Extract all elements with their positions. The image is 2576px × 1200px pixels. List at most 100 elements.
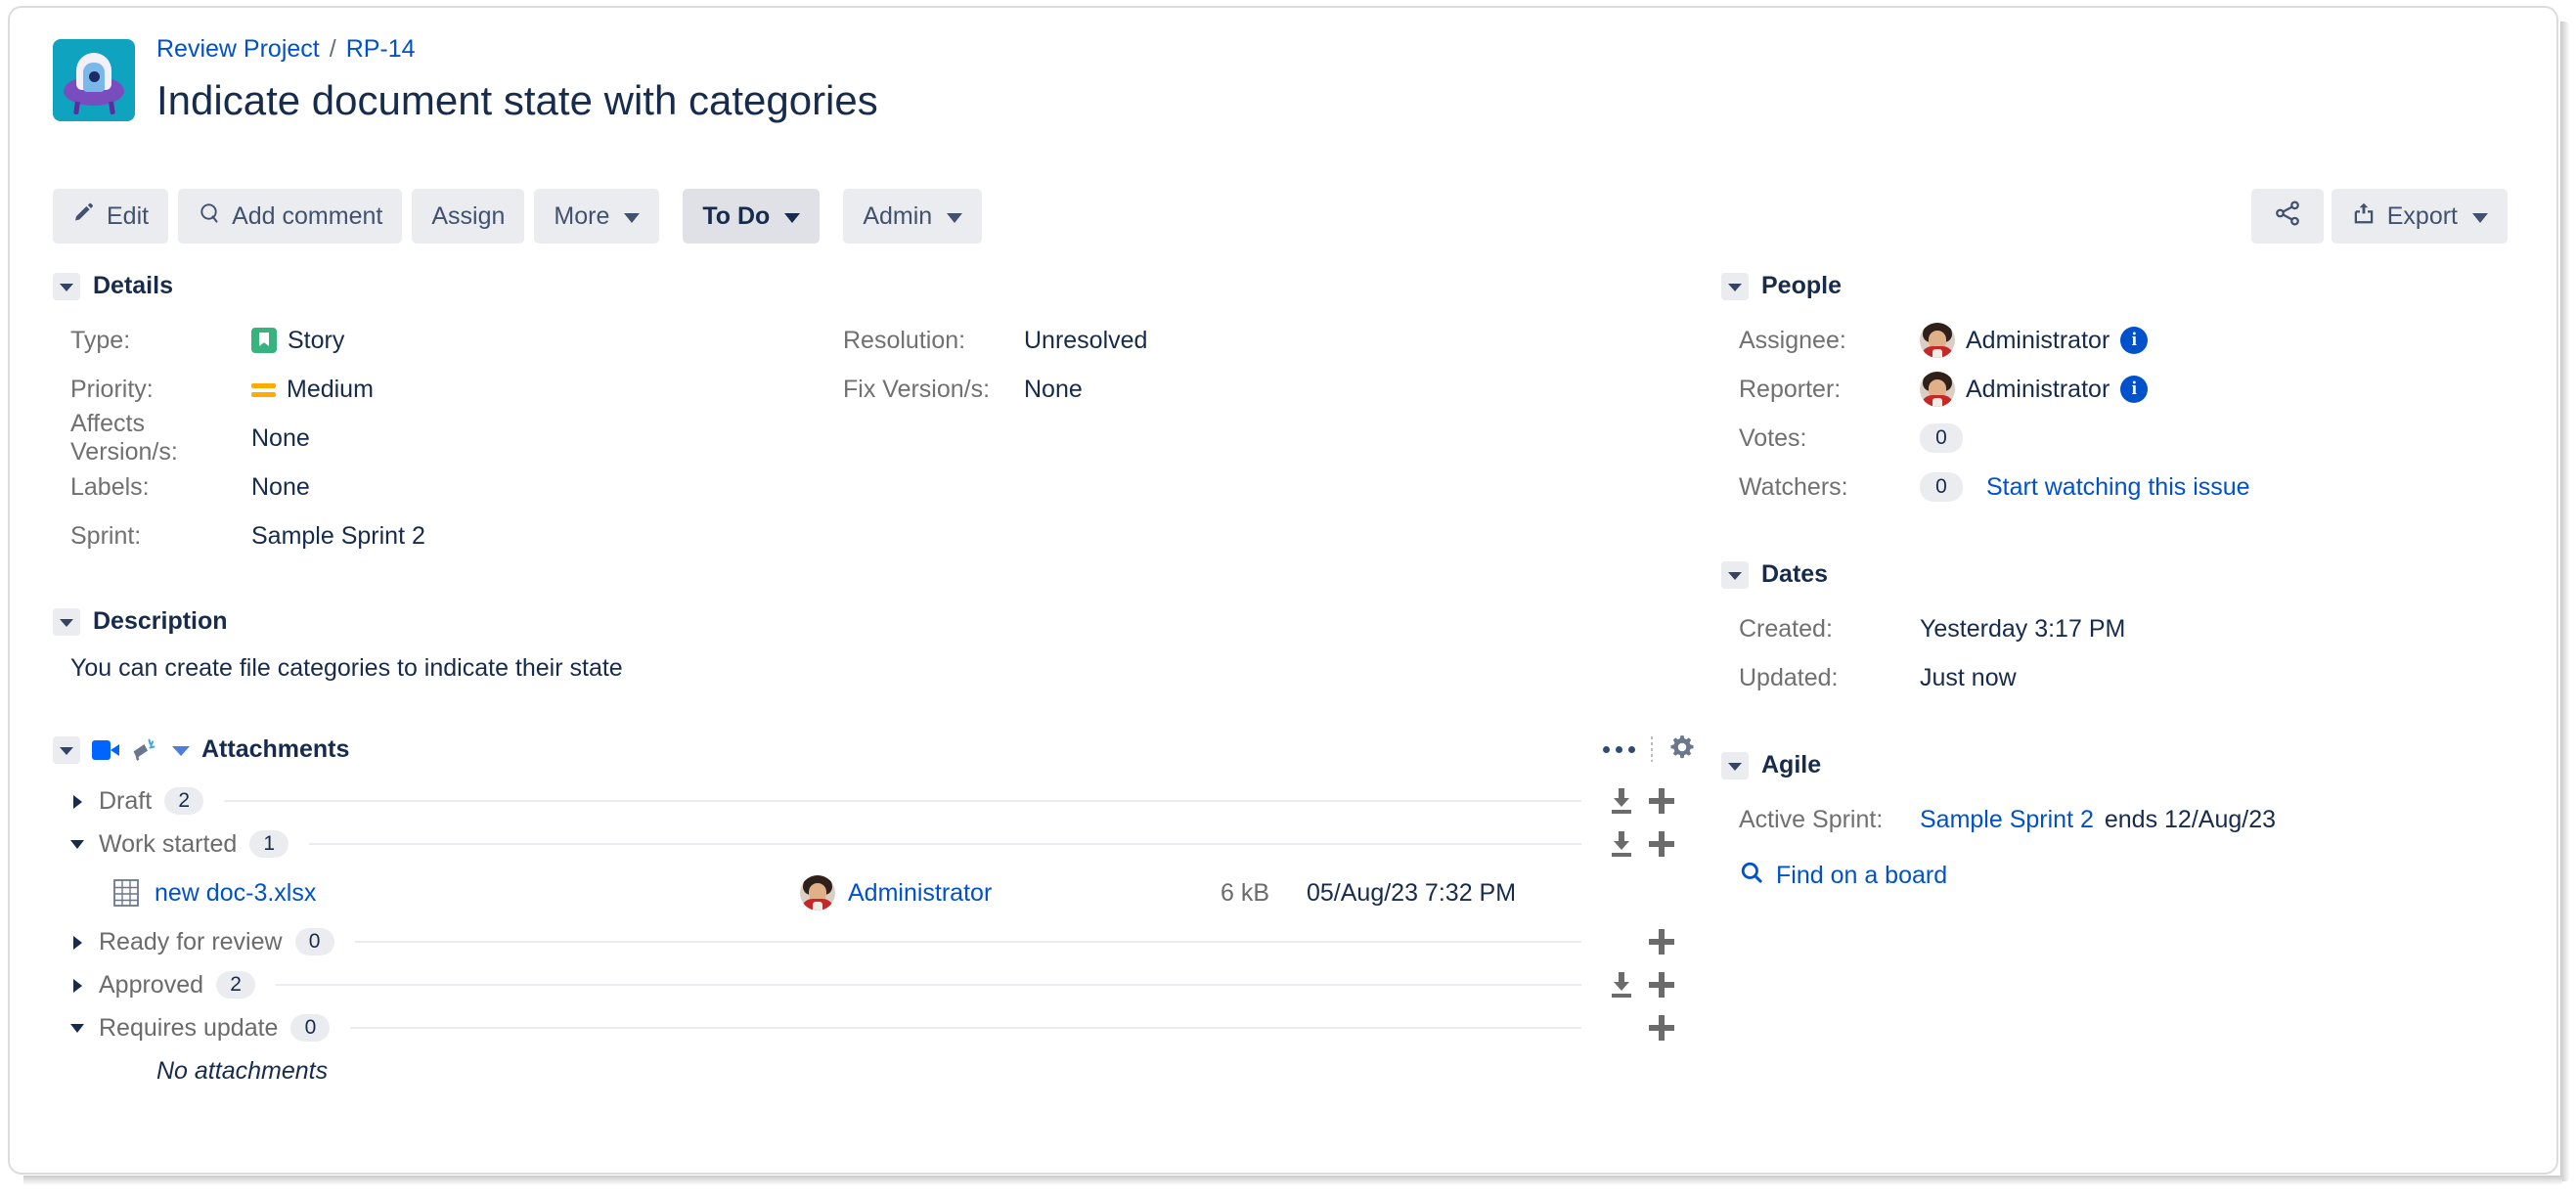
- attachment-category-draft[interactable]: Draft 2: [70, 779, 1674, 822]
- chevron-down-icon[interactable]: [53, 272, 80, 300]
- share-button[interactable]: [2250, 189, 2324, 244]
- edit-button[interactable]: Edit: [53, 189, 169, 244]
- download-icon[interactable]: [1610, 972, 1633, 998]
- chevron-down-icon: [2472, 212, 2488, 223]
- chevron-down-icon[interactable]: [1721, 560, 1749, 589]
- export-button[interactable]: Export: [2331, 189, 2508, 244]
- share-icon: [2273, 199, 2302, 235]
- admin-button[interactable]: Admin: [843, 189, 983, 244]
- attachment-author-link[interactable]: Administrator: [848, 879, 992, 908]
- field-updated: Updated: Just now: [1739, 653, 2494, 702]
- field-assignee: Assignee: Administrator i: [1739, 316, 2494, 365]
- field-priority-label: Priority:: [70, 375, 154, 403]
- field-votes-value: 0: [1920, 423, 1963, 453]
- dates-section-header: Dates: [1721, 560, 2494, 589]
- more-button-label: More: [554, 201, 610, 230]
- chevron-down-icon[interactable]: [1721, 272, 1749, 300]
- category-actions: [1602, 929, 1674, 955]
- add-attachment-icon[interactable]: [1649, 1015, 1674, 1041]
- field-labels: Labels: None: [70, 463, 843, 511]
- comment-icon: [198, 201, 221, 232]
- breadcrumb-project-link[interactable]: Review Project: [156, 35, 320, 63]
- status-button[interactable]: To Do: [683, 189, 821, 244]
- divider: [224, 800, 1581, 802]
- attachment-row[interactable]: new doc-3.xlsx Administrator 6 kB 05/Aug…: [113, 866, 1639, 920]
- people-section-title: People: [1761, 272, 1842, 299]
- video-camera-icon[interactable]: [92, 739, 119, 760]
- edit-button-label: Edit: [107, 201, 150, 230]
- chevron-down-icon[interactable]: [70, 1016, 86, 1040]
- attachment-category-work-started[interactable]: Work started 1: [70, 822, 1674, 866]
- gear-icon[interactable]: [1668, 733, 1696, 766]
- info-icon[interactable]: i: [2120, 376, 2149, 403]
- divider: [350, 1027, 1581, 1029]
- download-icon[interactable]: [1610, 831, 1633, 857]
- attachment-category-requires-update[interactable]: Requires update 0: [70, 1006, 1674, 1049]
- breadcrumb: Review Project / RP-14: [156, 35, 878, 63]
- field-affects-version-label: Affects Version/s:: [70, 410, 178, 466]
- chevron-down-icon[interactable]: [1721, 751, 1749, 779]
- add-attachment-icon[interactable]: [1649, 972, 1674, 998]
- chevron-right-icon[interactable]: [70, 930, 86, 954]
- field-active-sprint-label: Active Sprint:: [1739, 805, 1884, 833]
- chevron-down-icon: [624, 212, 641, 223]
- attachment-file-name-link[interactable]: new doc-3.xlsx: [155, 879, 800, 908]
- details-right-column: Resolution: Unresolved Fix Version/s: No…: [843, 316, 1616, 560]
- field-affects-version: Affects Version/s: None: [70, 410, 843, 466]
- active-sprint-link[interactable]: Sample Sprint 2: [1920, 806, 2094, 834]
- agile-section-title: Agile: [1761, 751, 1822, 778]
- chevron-down-icon: [947, 212, 963, 223]
- chevron-down-icon[interactable]: [53, 607, 80, 636]
- attachments-header-actions: [1603, 733, 1696, 766]
- field-watchers-value: 0 Start watching this issue: [1920, 472, 2250, 502]
- attachment-category-ready-for-review[interactable]: Ready for review 0: [70, 920, 1674, 963]
- add-comment-button[interactable]: Add comment: [178, 189, 403, 244]
- megaphone-icon[interactable]: [131, 737, 160, 763]
- attachment-category-approved[interactable]: Approved 2: [70, 963, 1674, 1006]
- start-watching-link[interactable]: Start watching this issue: [1986, 473, 2250, 502]
- project-avatar-ufo-icon[interactable]: [53, 39, 135, 121]
- right-column: People Assignee: Administrator i Reporte…: [1721, 272, 2494, 892]
- field-assignee-label: Assignee:: [1739, 326, 1846, 354]
- category-actions: [1602, 788, 1674, 814]
- info-icon[interactable]: i: [2120, 327, 2149, 354]
- breadcrumb-issue-key-link[interactable]: RP-14: [346, 35, 416, 63]
- add-attachment-icon[interactable]: [1649, 929, 1674, 955]
- field-priority: Priority: Medium: [70, 365, 843, 414]
- dates-section: Dates Created: Yesterday 3:17 PM Updated…: [1721, 560, 2494, 702]
- agile-section-header: Agile: [1721, 751, 2494, 779]
- issue-header: Review Project / RP-14 Indicate document s…: [53, 33, 2498, 125]
- chevron-down-icon[interactable]: [53, 735, 80, 764]
- more-options-icon[interactable]: [1603, 745, 1635, 753]
- add-attachment-icon[interactable]: [1649, 831, 1674, 857]
- assign-button[interactable]: Assign: [412, 189, 525, 244]
- field-created-label: Created:: [1739, 614, 1833, 643]
- field-resolution-label: Resolution:: [843, 326, 966, 354]
- description-section-header: Description: [53, 607, 1696, 636]
- attachments-section: Attachments Draft 2 Work started 1 new d…: [53, 733, 1696, 1086]
- avatar: [800, 875, 835, 911]
- add-attachment-icon[interactable]: [1649, 788, 1674, 814]
- field-resolution-value: Unresolved: [1024, 326, 1148, 354]
- chevron-right-icon[interactable]: [70, 973, 86, 997]
- divider: [1651, 736, 1653, 762]
- chevron-down-icon[interactable]: [70, 832, 86, 856]
- field-priority-value: Medium: [251, 376, 374, 404]
- admin-button-label: Admin: [863, 201, 933, 230]
- download-icon[interactable]: [1610, 788, 1633, 814]
- category-actions: [1602, 972, 1674, 998]
- more-button[interactable]: More: [534, 189, 660, 244]
- find-on-board-link[interactable]: Find on a board: [1739, 860, 2494, 892]
- window-shadow-bottom: [23, 1176, 2562, 1185]
- status-button-label: To Do: [702, 201, 771, 230]
- divider: [309, 843, 1581, 845]
- left-column: Details Type: Story Priority: Medium Aff…: [53, 272, 1696, 1086]
- field-resolution: Resolution: Unresolved: [843, 316, 1616, 365]
- window-shadow-right: [2560, 22, 2570, 1181]
- chevron-right-icon[interactable]: [70, 789, 86, 813]
- description-section: Description You can create file categori…: [53, 607, 1696, 685]
- attachments-options-caret-icon[interactable]: [172, 746, 190, 756]
- attachment-file-size: 6 kB: [1220, 878, 1269, 907]
- dates-section-title: Dates: [1761, 560, 1829, 588]
- divider: [276, 984, 1581, 986]
